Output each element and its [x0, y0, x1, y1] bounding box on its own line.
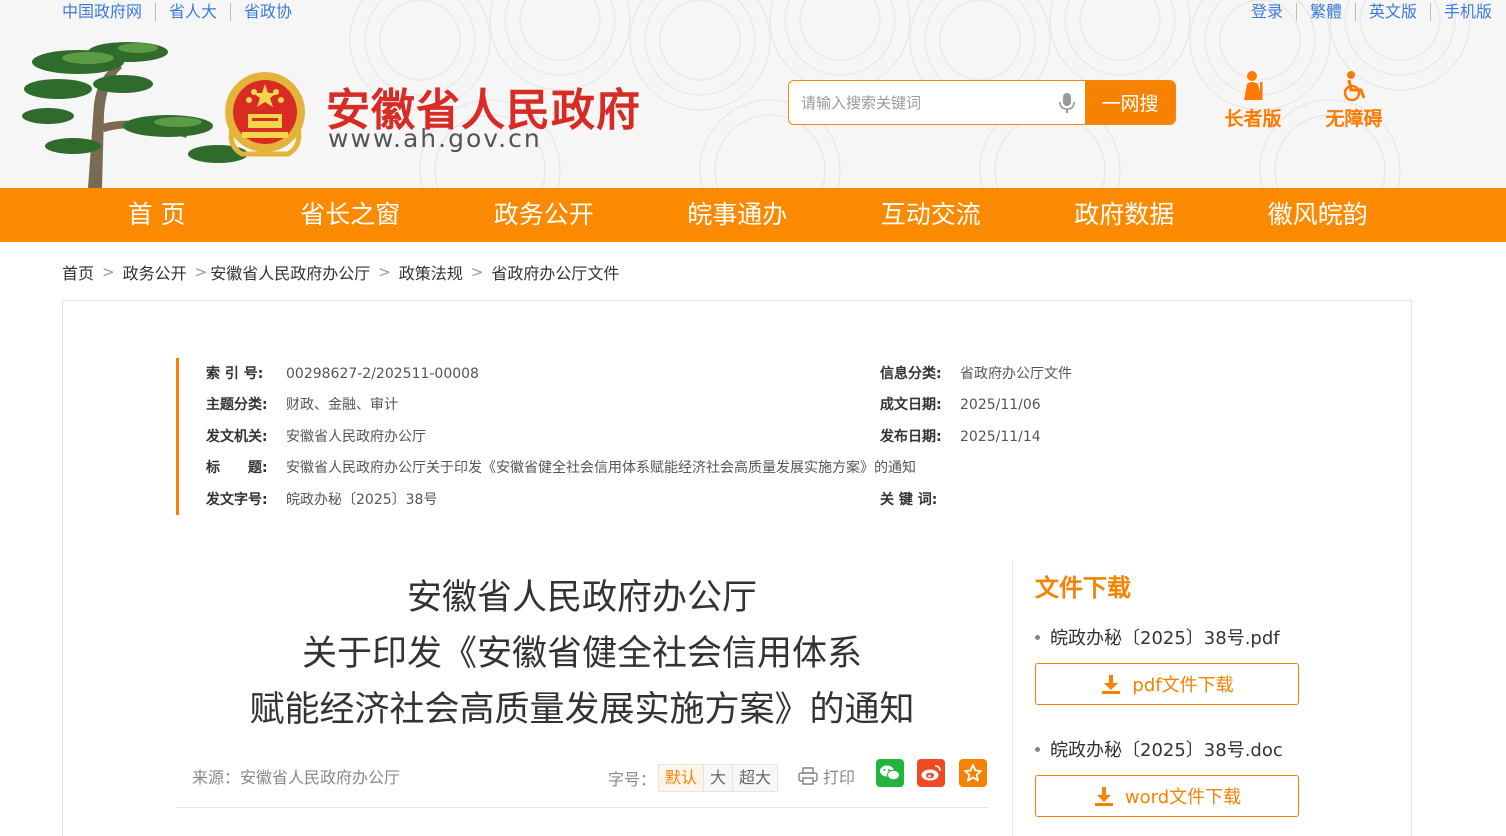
document-title: 安徽省人民政府办公厅 关于印发《安徽省健全社会信用体系 赋能经济社会高质量发展实…	[176, 570, 988, 738]
english-version-link[interactable]: 英文版	[1354, 3, 1430, 21]
nav-interaction[interactable]: 互动交流	[834, 188, 1028, 242]
document-number: 皖政办秘〔2025〕38号	[286, 492, 438, 508]
search-box: 一网搜	[788, 80, 1176, 125]
file-download-panel: 文件下载 皖政办秘〔2025〕38号.pdf pdf文件下载 皖政办秘〔2025…	[1012, 560, 1312, 836]
national-emblem-logo	[225, 72, 305, 157]
issuer-label: 发文机关:	[206, 429, 268, 445]
publish-date: 2025/11/14	[960, 429, 1041, 445]
wheelchair-icon	[1343, 71, 1366, 102]
accessibility-label: 无障碍	[1325, 108, 1383, 130]
printer-icon	[798, 767, 818, 785]
link-provincial-cppcc[interactable]: 省政协	[230, 3, 305, 21]
mobile-version-link[interactable]: 手机版	[1429, 3, 1492, 21]
bullet-icon	[1035, 634, 1040, 640]
article-toolbar: 来源：安徽省人民政府办公厅 字号： 默认 大 超大 打印	[176, 756, 988, 808]
title-label: 标 题:	[206, 460, 268, 476]
document-title-line-3: 赋能经济社会高质量发展实施方案》的通知	[249, 690, 915, 730]
wechat-share-icon[interactable]	[876, 759, 904, 787]
keywords-label: 关 键 词:	[880, 492, 938, 508]
doc-file-name[interactable]: 皖政办秘〔2025〕38号.doc	[1035, 736, 1283, 762]
issuer-value: 安徽省人民政府办公厅	[286, 429, 426, 445]
favorite-star-icon[interactable]	[959, 759, 987, 787]
document-number-label: 发文字号:	[206, 492, 268, 508]
breadcrumb-government-affairs[interactable]: 政务公开	[123, 260, 187, 284]
search-input[interactable]	[789, 81, 1049, 124]
microphone-icon[interactable]	[1049, 81, 1085, 124]
weibo-share-icon[interactable]	[917, 759, 945, 787]
publish-date-label: 发布日期:	[880, 429, 942, 445]
site-url: www.ah.gov.cn	[328, 124, 542, 153]
pdf-file-name[interactable]: 皖政办秘〔2025〕38号.pdf	[1035, 624, 1280, 650]
category-label: 信息分类:	[880, 366, 942, 382]
chevron-right-icon: >	[470, 263, 484, 281]
pdf-file-name-label: 皖政办秘〔2025〕38号.pdf	[1050, 628, 1280, 649]
font-size-default-button[interactable]: 默认	[659, 765, 704, 791]
font-size-label: 字号：	[608, 770, 657, 789]
nav-governor-window[interactable]: 省长之窗	[254, 188, 448, 242]
elder-icon	[1244, 71, 1263, 100]
font-size-large-button[interactable]: 大	[703, 765, 733, 791]
pdf-download-button[interactable]: pdf文件下载	[1035, 663, 1299, 705]
chevron-right-icon: >	[102, 263, 115, 281]
top-links-right: 登录 繁體 英文版 手机版	[1238, 3, 1492, 21]
chevron-right-icon: >	[194, 263, 208, 281]
word-download-button[interactable]: word文件下载	[1035, 775, 1299, 817]
file-download-title: 文件下载	[1035, 574, 1131, 602]
document-title-line-1: 安徽省人民政府办公厅	[406, 578, 757, 618]
pdf-download-label: pdf文件下载	[1132, 675, 1234, 696]
main-nav: 首 页 省长之窗 政务公开 皖事通办 互动交流 政府数据 徽风皖韵	[0, 188, 1506, 242]
nav-home[interactable]: 首 页	[60, 188, 254, 242]
print-label: 打印	[823, 768, 856, 787]
download-icon	[1102, 675, 1121, 694]
word-download-label: word文件下载	[1124, 787, 1242, 808]
written-date-label: 成文日期:	[880, 397, 942, 413]
print-button[interactable]: 打印	[798, 764, 855, 788]
written-date: 2025/11/06	[960, 397, 1041, 413]
nav-government-data[interactable]: 政府数据	[1028, 188, 1222, 242]
traditional-chinese-link[interactable]: 繁體	[1295, 3, 1355, 21]
breadcrumb: 首页 > 政务公开 > 安徽省人民政府办公厅 > 政策法规 > 省政府办公厅文件	[62, 260, 619, 284]
download-icon	[1094, 787, 1113, 806]
title-value: 安徽省人民政府办公厅关于印发《安徽省健全社会信用体系赋能经济社会高质量发展实施方…	[286, 460, 916, 476]
index-number-label: 索 引 号:	[206, 366, 264, 382]
nav-culture[interactable]: 徽风皖韵	[1221, 188, 1415, 242]
font-size-control: 字号： 默认 大 超大	[608, 764, 779, 792]
breadcrumb-policies[interactable]: 政策法规	[399, 260, 463, 284]
nav-services[interactable]: 皖事通办	[641, 188, 835, 242]
nav-government-affairs[interactable]: 政务公开	[447, 188, 641, 242]
login-link[interactable]: 登录	[1238, 3, 1296, 21]
elder-mode-label: 长者版	[1224, 108, 1282, 130]
link-provincial-congress[interactable]: 省人大	[155, 3, 230, 21]
document-title-line-2: 关于印发《安徽省健全社会信用体系	[301, 634, 862, 674]
link-gov-cn[interactable]: 中国政府网	[62, 3, 155, 21]
search-button[interactable]: 一网搜	[1085, 81, 1175, 124]
site-header: 中国政府网 省人大 省政协 登录 繁體 英文版 手机版 安徽省人民政府 www.…	[0, 0, 1506, 188]
document-metadata: 索 引 号: 00298627-2/202511-00008 信息分类: 省政府…	[176, 358, 1096, 515]
index-number: 00298627-2/202511-00008	[286, 366, 479, 382]
topic-label: 主题分类:	[206, 397, 268, 413]
doc-file-name-label: 皖政办秘〔2025〕38号.doc	[1050, 740, 1283, 761]
font-size-xlarge-button[interactable]: 超大	[732, 765, 778, 791]
accessibility-button[interactable]: 无障碍	[1316, 70, 1392, 131]
pine-tree-logo	[22, 42, 248, 188]
breadcrumb-office-documents[interactable]: 省政府办公厅文件	[491, 260, 619, 284]
source-text: 来源：安徽省人民政府办公厅	[192, 768, 401, 787]
top-links-left: 中国政府网 省人大 省政协	[62, 3, 305, 21]
topic-value: 财政、金融、审计	[286, 397, 398, 413]
chevron-right-icon: >	[378, 263, 391, 281]
category-value: 省政府办公厅文件	[960, 366, 1072, 382]
elder-mode-button[interactable]: 长者版	[1215, 70, 1291, 131]
bullet-icon	[1035, 746, 1040, 752]
breadcrumb-home[interactable]: 首页	[62, 260, 94, 284]
breadcrumb-general-office[interactable]: 安徽省人民政府办公厅	[210, 260, 370, 284]
